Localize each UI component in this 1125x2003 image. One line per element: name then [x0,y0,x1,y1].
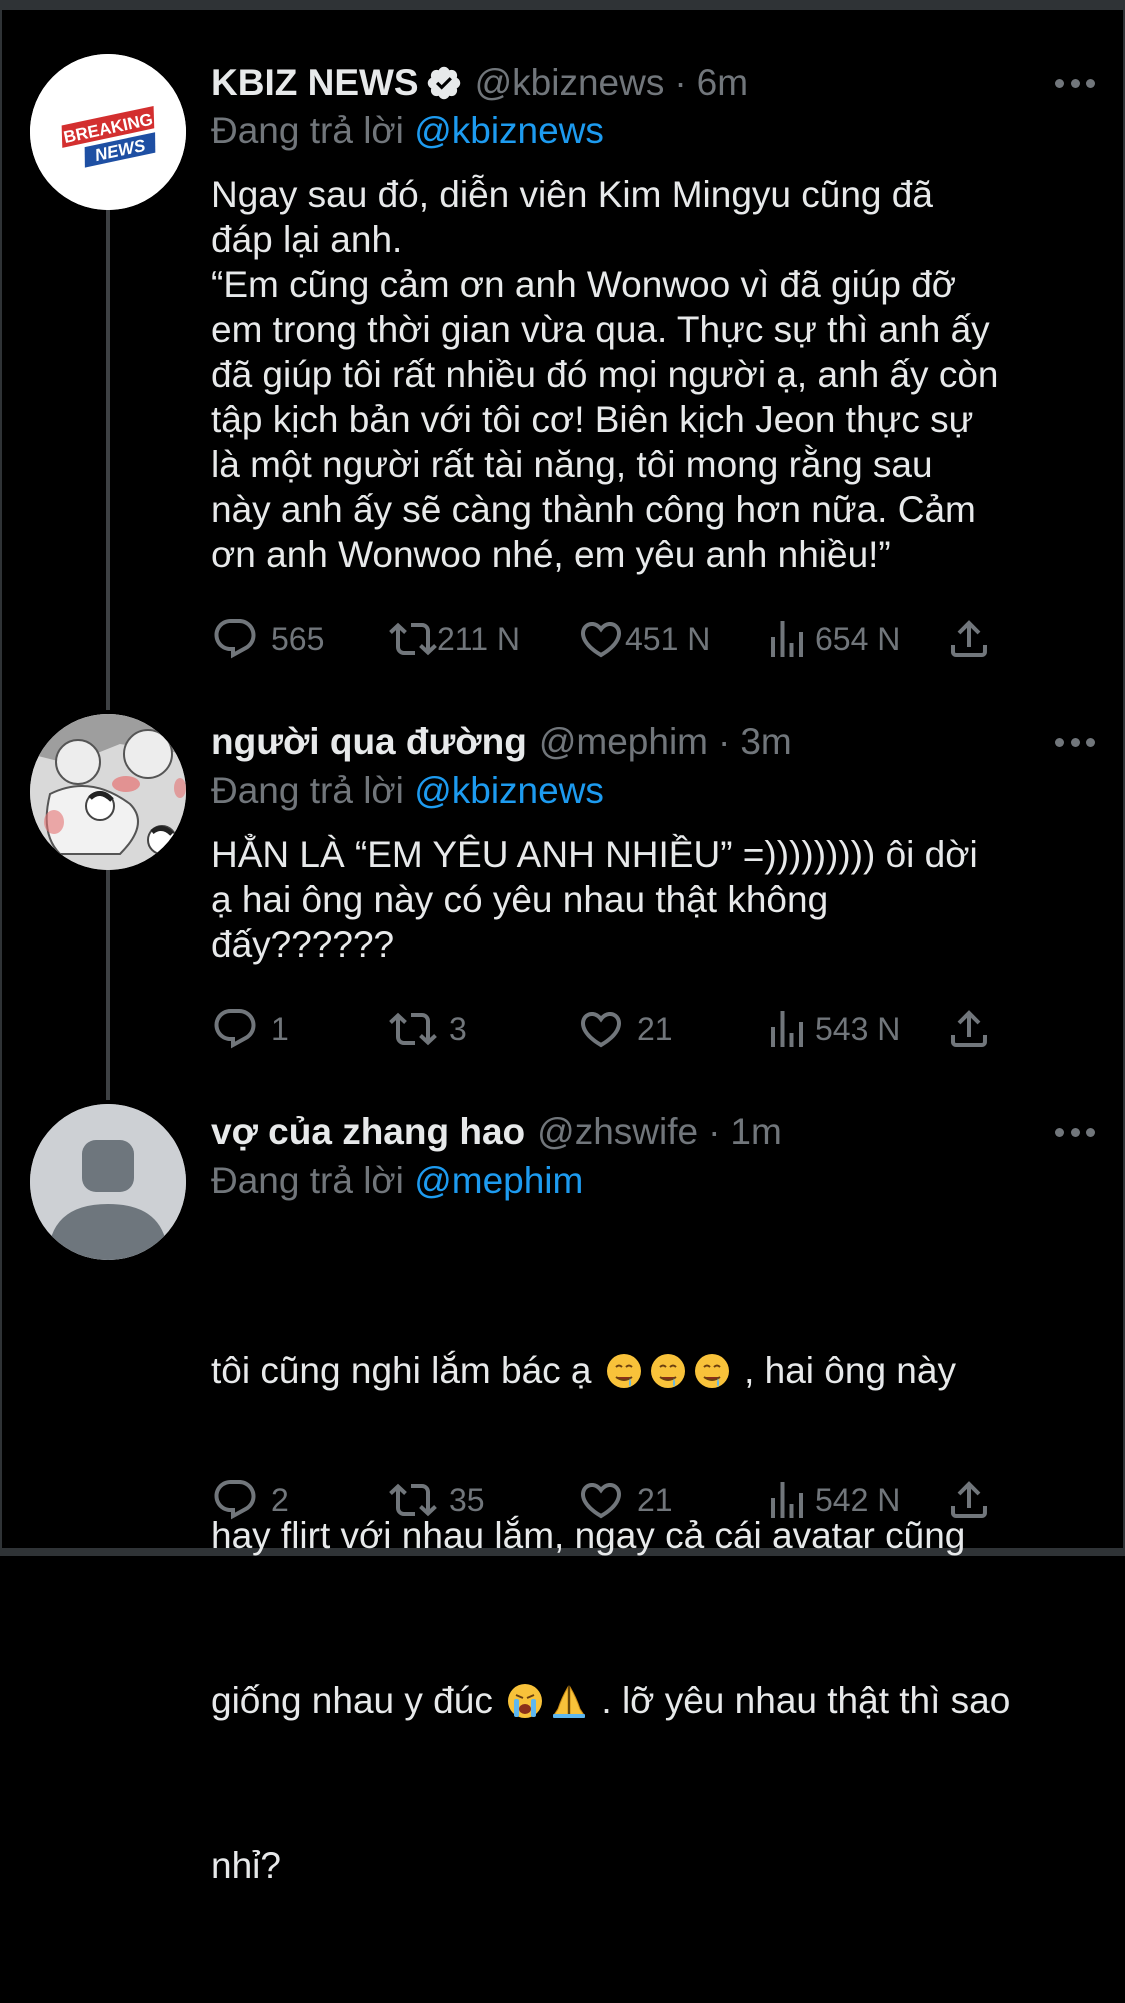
separator-dot: · [674,62,687,103]
text-segment: . lỡ yêu nhau thật thì sao [591,1680,1011,1721]
text-segment: giống nhau y đúc [211,1680,504,1721]
default-avatar-icon [30,1104,186,1260]
replying-to: Đang trả lời @kbiznews [211,770,604,812]
display-name[interactable]: KBIZ NEWS [211,62,419,104]
heart-icon [580,1012,622,1048]
replying-prefix: Đang trả lời [211,770,404,811]
retweet-count: 211 N [437,620,521,657]
share-button[interactable] [945,1004,993,1054]
timestamp[interactable]: 3m [740,721,791,763]
more-options-icon[interactable] [1055,736,1095,748]
retweet-button[interactable]: 35 [389,1475,485,1525]
display-name[interactable]: người qua đường [211,721,527,763]
views-count: 542 N [815,1481,901,1518]
more-options-icon[interactable] [1055,1126,1095,1138]
tweet-header: KBIZ NEWS @kbiznews · 6m [211,58,1095,108]
views-icon [771,1011,803,1047]
timestamp[interactable]: 1m [730,1111,781,1153]
views-button[interactable]: 542 N [763,1475,900,1525]
like-button[interactable]: 21 [577,1475,673,1525]
replying-mention[interactable]: @kbiznews [414,110,604,151]
folded-hands-icon [553,1685,586,1718]
views-icon [771,1482,803,1518]
drooling-face-icon [694,1354,729,1388]
tweet-zhswife[interactable]: vợ của zhang hao @zhswife · 1m Đang trả … [0,1090,1125,1886]
reply-icon [214,1009,256,1049]
tweet-actions: 565 211 N 451 N 654 N [211,614,1001,664]
reply-icon [214,1480,256,1520]
reply-button[interactable]: 1 [211,1004,289,1054]
timestamp[interactable]: 6m [697,62,748,104]
text-segment: , hai ông này [733,1350,956,1391]
tweet-actions: 2 35 21 542 N [211,1475,1001,1525]
replying-prefix: Đang trả lời [211,1160,404,1201]
separator-dot: · [708,1111,721,1152]
retweet-icon [389,1012,437,1046]
handle[interactable]: @kbiznews [475,62,665,104]
like-count: 21 [637,1010,673,1047]
text-line: nhỉ? [211,1845,281,1886]
separator-dot: · [717,721,731,762]
tweet-header: người qua đường @mephim · 3m [211,717,1095,767]
tweet-mephim[interactable]: người qua đường @mephim · 3m Đang trả lờ… [0,700,1125,1100]
share-button[interactable] [945,614,993,664]
text-line: giống nhau y đúc . lỡ yêu nhau thật thì … [211,1673,1091,1728]
like-button[interactable]: 21 [577,1004,673,1054]
retweet-count: 35 [449,1481,485,1518]
verified-badge-icon [427,66,460,100]
replying-mention[interactable]: @mephim [414,1160,583,1201]
share-button[interactable] [945,1475,993,1525]
reply-count: 1 [271,1010,289,1047]
tweet-header: vợ của zhang hao @zhswife · 1m [211,1107,1095,1157]
views-button[interactable]: 654 N [763,614,900,664]
share-icon [951,1481,987,1518]
share-icon [951,1010,987,1047]
display-name[interactable]: vợ của zhang hao [211,1111,525,1153]
handle[interactable]: @zhswife [537,1111,698,1153]
tweet-text: tôi cũng nghi lắm bác ạ , hai ông này ha… [211,1233,1091,2003]
tweet-kbiznews[interactable]: BREAKING NEWS KBIZ NEWS @kbiznews · 6m Đ… [0,0,1125,700]
retweet-icon [389,622,437,656]
handle[interactable]: @mephim [539,721,708,763]
reply-icon [214,619,256,659]
avatar-zhswife[interactable] [30,1104,186,1260]
heart-icon [580,622,622,658]
reply-button[interactable]: 2 [211,1475,289,1525]
heart-icon [580,1483,622,1519]
more-options-icon[interactable] [1055,77,1095,89]
reply-count: 565 [271,620,325,657]
drooling-face-icon [606,1354,641,1388]
retweet-button[interactable]: 3 [389,1004,467,1054]
avatar-illustration [30,714,186,870]
tweet-text: Ngay sau đó, diễn viên Kim Mingyu cũng đ… [211,174,999,575]
reply-count: 2 [271,1481,289,1518]
replying-mention[interactable]: @kbiznews [414,770,604,811]
like-count: 451 N [625,620,711,657]
replying-prefix: Đang trả lời [211,110,404,151]
share-icon [951,620,987,657]
tweet-actions: 1 3 21 543 N [211,1004,1001,1054]
retweet-icon [389,1483,437,1517]
views-count: 543 N [815,1010,901,1047]
replying-to: Đang trả lời @mephim [211,1160,583,1202]
views-icon [771,621,803,657]
drooling-face-icon [650,1354,685,1388]
loudly-crying-face-icon [508,1684,543,1718]
like-count: 21 [637,1481,673,1518]
reply-button[interactable]: 565 [211,614,324,664]
retweet-count: 3 [449,1010,467,1047]
text-line: tôi cũng nghi lắm bác ạ , hai ông này [211,1343,1091,1398]
tweet-text: HẲN LÀ “EM YÊU ANH NHIỀU” =))))))))) ôi … [211,834,978,965]
retweet-button[interactable]: 211 N [389,614,520,664]
breaking-news-logo: BREAKING NEWS [30,54,186,210]
avatar-kbiznews[interactable]: BREAKING NEWS [30,54,186,210]
avatar-mephim[interactable] [30,714,186,870]
like-button[interactable]: 451 N [577,614,710,664]
replying-to: Đang trả lời @kbiznews [211,110,604,152]
text-segment: tôi cũng nghi lắm bác ạ [211,1350,602,1391]
views-count: 654 N [815,620,901,657]
views-button[interactable]: 543 N [763,1004,900,1054]
